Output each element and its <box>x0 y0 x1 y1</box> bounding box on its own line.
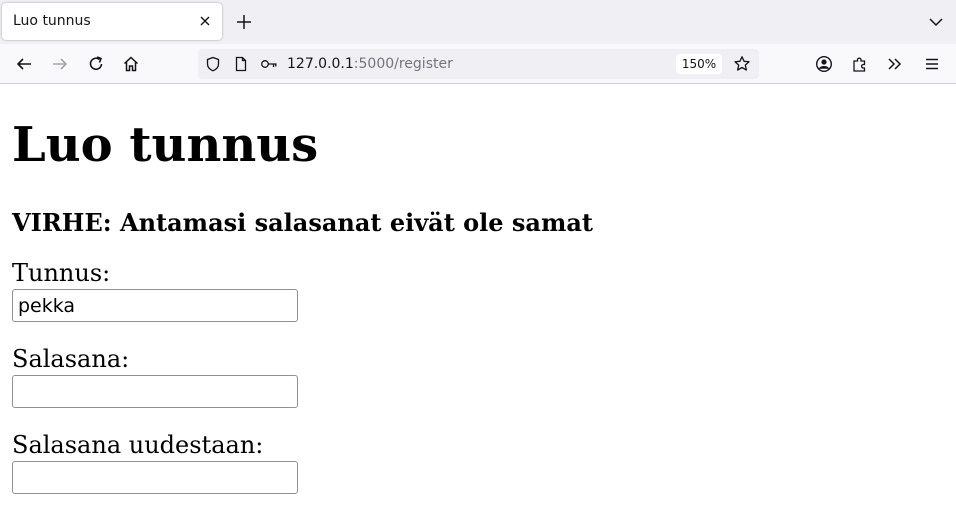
tab-title: Luo tunnus <box>13 13 91 29</box>
username-input[interactable] <box>12 289 298 322</box>
tab-strip: Luo tunnus <box>0 0 956 44</box>
url-host: 127.0.0.1 <box>287 56 354 72</box>
key-icon[interactable] <box>260 56 277 72</box>
password-label: Salasana: <box>12 345 130 373</box>
error-message: VIRHE: Antamasi salasanat eivät ole sama… <box>12 208 594 237</box>
url-bar[interactable]: 127.0.0.1:5000/register 150% <box>198 49 759 79</box>
forward-button[interactable] <box>50 54 70 74</box>
password-input[interactable] <box>12 375 298 408</box>
extensions-icon[interactable] <box>850 54 870 74</box>
star-icon[interactable] <box>733 55 751 73</box>
shield-icon[interactable] <box>205 56 221 72</box>
account-icon[interactable] <box>814 54 834 74</box>
password-confirm-label: Salasana uudestaan: <box>12 431 264 459</box>
page-icon[interactable] <box>233 56 249 72</box>
zoom-indicator[interactable]: 150% <box>676 54 722 74</box>
tab-active[interactable]: Luo tunnus <box>2 3 222 40</box>
page-title: Luo tunnus <box>12 117 319 173</box>
new-tab-button[interactable] <box>235 13 253 31</box>
reload-button[interactable] <box>86 54 106 74</box>
chevron-down-icon[interactable] <box>928 14 944 30</box>
overflow-menu-icon[interactable] <box>885 54 905 74</box>
navigation-toolbar: 127.0.0.1:5000/register 150% <box>0 44 956 84</box>
close-icon[interactable] <box>196 12 214 30</box>
username-label: Tunnus: <box>12 259 111 287</box>
back-button[interactable] <box>14 54 34 74</box>
password-confirm-input[interactable] <box>12 461 298 494</box>
hamburger-menu-icon[interactable] <box>922 54 942 74</box>
url-text[interactable]: 127.0.0.1:5000/register <box>287 56 453 72</box>
url-path: :5000/register <box>353 56 453 72</box>
home-button[interactable] <box>121 54 141 74</box>
